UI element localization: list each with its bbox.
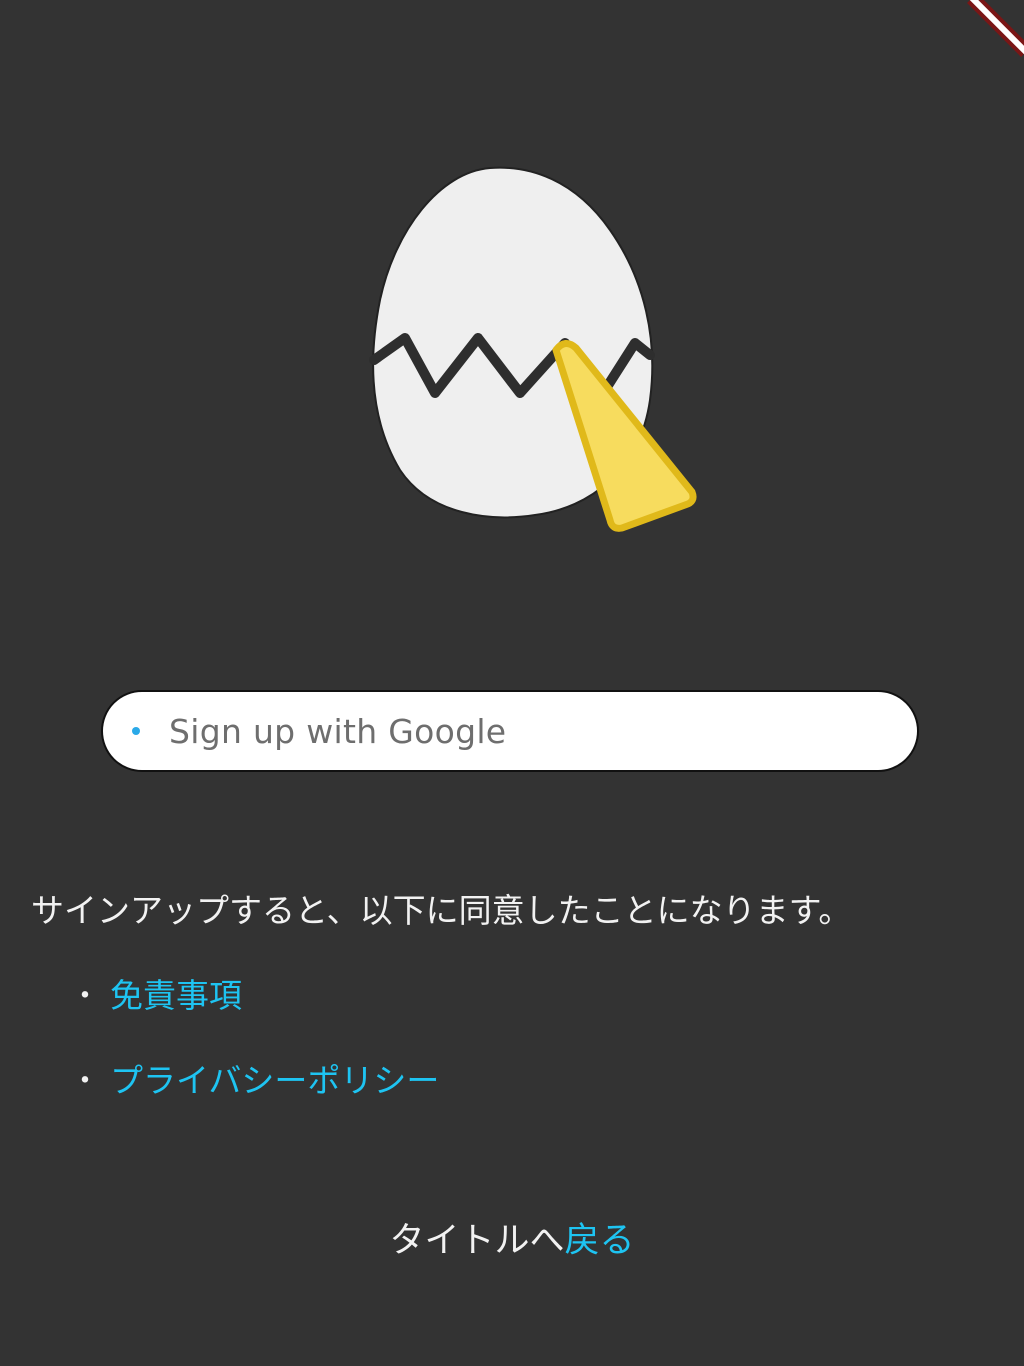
list-item: ・ 免責事項 bbox=[70, 966, 439, 1020]
bullet: ・ bbox=[70, 1064, 100, 1099]
bullet: ・ bbox=[70, 979, 100, 1014]
policy-list: ・ 免責事項 ・ プライバシーポリシー bbox=[70, 966, 439, 1136]
egg-hatching-icon bbox=[369, 166, 697, 532]
corner-ribbon-icon bbox=[967, 0, 1024, 57]
signup-page: Sign up with Google サインアップすると、以下に同意したことに… bbox=[0, 0, 1024, 1366]
agreement-text: サインアップすると、以下に同意したことになります。 bbox=[31, 891, 852, 930]
back-to-title: タイトルへ戻る bbox=[0, 1212, 1024, 1263]
google-signup-label: Sign up with Google bbox=[169, 711, 507, 751]
back-link[interactable]: 戻る bbox=[565, 1221, 635, 1261]
back-prefix-text: タイトルへ bbox=[389, 1221, 565, 1261]
privacy-policy-link[interactable]: プライバシーポリシー bbox=[110, 1054, 439, 1102]
disclaimer-link[interactable]: 免責事項 bbox=[110, 969, 242, 1017]
google-signup-button[interactable]: Sign up with Google bbox=[101, 690, 919, 772]
list-item: ・ プライバシーポリシー bbox=[70, 1051, 439, 1105]
google-dot-icon bbox=[132, 727, 140, 735]
